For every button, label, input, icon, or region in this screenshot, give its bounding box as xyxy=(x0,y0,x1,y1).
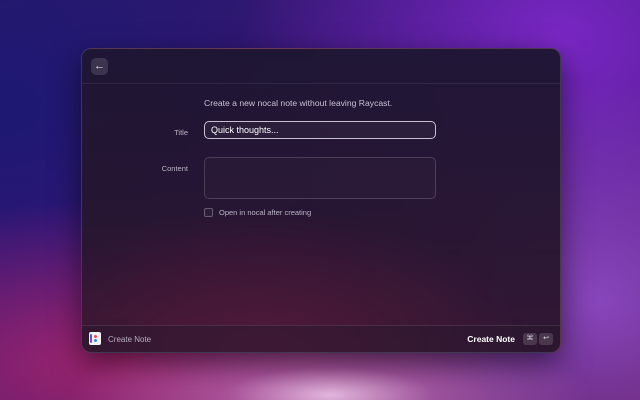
command-key-icon: ⌘ xyxy=(523,333,537,345)
create-note-form: Create a new nocal note without leaving … xyxy=(82,83,560,326)
command-title: Create Note xyxy=(108,335,152,344)
nocal-app-icon xyxy=(89,332,101,345)
title-input[interactable]: Quick thoughts... xyxy=(204,121,436,139)
content-label: Content xyxy=(161,164,188,173)
back-button[interactable]: ← xyxy=(91,58,108,75)
enter-key-icon: ↩ xyxy=(539,333,553,345)
action-bar: Create Note Create Note ⌘ ↩ xyxy=(82,325,560,352)
title-label: Title xyxy=(174,128,188,137)
arrow-left-icon: ← xyxy=(94,60,105,72)
create-note-action[interactable]: Create Note xyxy=(467,334,515,344)
open-in-nocal-row: Open in nocal after creating xyxy=(204,208,311,217)
open-in-nocal-label[interactable]: Open in nocal after creating xyxy=(219,208,311,217)
raycast-window: ← Create a new nocal note without leavin… xyxy=(81,48,561,353)
window-topbar: ← xyxy=(82,49,560,84)
content-textarea[interactable] xyxy=(204,157,436,199)
open-in-nocal-checkbox[interactable] xyxy=(204,208,213,217)
form-description: Create a new nocal note without leaving … xyxy=(204,98,393,108)
